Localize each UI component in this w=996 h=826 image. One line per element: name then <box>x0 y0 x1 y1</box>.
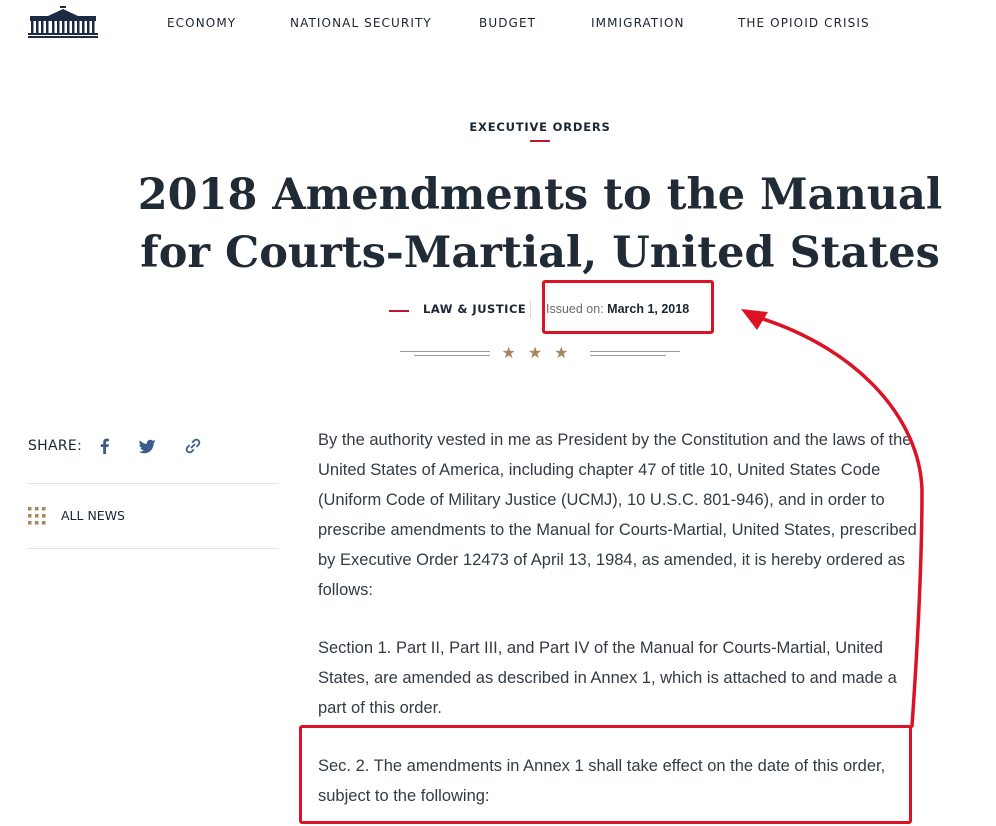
divider-line-right-2 <box>590 355 666 356</box>
date-highlight-box <box>542 280 714 334</box>
twitter-icon[interactable] <box>137 436 157 456</box>
section-2-highlight-box <box>299 725 912 824</box>
share-label: SHARE: <box>28 438 83 454</box>
nav-item-national-security[interactable]: NATIONAL SECURITY <box>290 16 432 30</box>
divider-line-right <box>590 351 680 352</box>
category-dash <box>389 310 409 312</box>
sidebar-divider-bottom <box>28 548 279 549</box>
page-title-line-1: 2018 Amendments to the Manual <box>137 170 943 220</box>
category-eyebrow[interactable]: EXECUTIVE ORDERS <box>0 120 996 134</box>
sidebar-divider-top <box>28 483 279 484</box>
page-title-line-2: for Courts-Martial, United States <box>140 228 940 278</box>
page-title: 2018 Amendments to the Manual for Courts… <box>130 166 950 282</box>
all-news-link[interactable]: ALL NEWS <box>61 508 125 523</box>
nav-item-budget[interactable]: BUDGET <box>479 16 536 30</box>
link-icon[interactable] <box>183 436 203 456</box>
nav-item-economy[interactable]: ECONOMY <box>167 16 236 30</box>
divider-line-left-2 <box>414 355 490 356</box>
nav-item-opioid-crisis[interactable]: THE OPIOID CRISIS <box>738 16 870 30</box>
divider-line-left <box>400 351 490 352</box>
white-house-icon[interactable] <box>28 6 98 38</box>
facebook-icon[interactable] <box>95 436 115 456</box>
grid-icon[interactable] <box>28 507 46 525</box>
paragraph-section-1: Section 1. Part II, Part III, and Part I… <box>318 639 897 717</box>
paragraph-preamble: By the authority vested in me as Preside… <box>318 431 917 599</box>
divider-stars: ★★★ <box>501 345 581 362</box>
category-link[interactable]: LAW & JUSTICE <box>423 302 526 316</box>
meta-separator <box>530 301 531 318</box>
nav-item-immigration[interactable]: IMMIGRATION <box>591 16 685 30</box>
eyebrow-underline <box>530 140 550 142</box>
